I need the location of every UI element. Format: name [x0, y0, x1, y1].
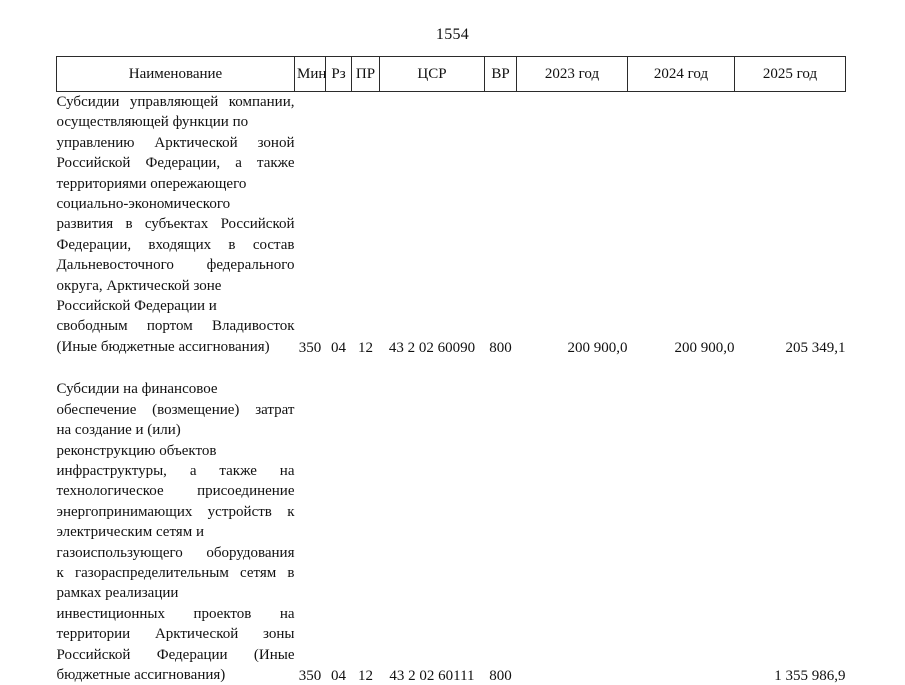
description-line: реконструкцию объектов — [57, 441, 295, 461]
column-header-pr: ПР — [352, 57, 380, 92]
row-csr: 43 2 02 60111 — [380, 379, 485, 685]
row-description: Субсидии на финансовоеобеспечение (возме… — [57, 379, 295, 685]
row-rz: 04 — [326, 92, 352, 358]
description-line: развития в субъектах Российской — [57, 214, 295, 234]
description-line: Российской Федерации (Иные — [57, 645, 295, 665]
row-rz: 04 — [326, 379, 352, 685]
row-vr: 800 — [485, 379, 517, 685]
row-pr: 12 — [352, 92, 380, 358]
description-line: на создание и (или) — [57, 420, 295, 440]
description-line: территориями опережающего — [57, 174, 295, 194]
row-spacer-cell — [57, 357, 846, 379]
description-line: Российской Федерации, а также — [57, 153, 295, 173]
table-header: Наименование Мин Рз ПР ЦСР ВР 2023 год 2… — [57, 57, 846, 92]
table-body: Субсидии управляющей компании,осуществля… — [57, 92, 846, 685]
description-line: управлению Арктической зоной — [57, 133, 295, 153]
table-row: Субсидии управляющей компании,осуществля… — [57, 92, 846, 358]
row-amount-2023 — [517, 379, 628, 685]
description-line: Субсидии управляющей компании, — [57, 92, 295, 112]
description-line: округа, Арктической зоне — [57, 276, 295, 296]
description-line: Субсидии на финансовое — [57, 379, 295, 399]
page-number: 1554 — [0, 26, 905, 44]
column-header-name: Наименование — [57, 57, 295, 92]
budget-table: Наименование Мин Рз ПР ЦСР ВР 2023 год 2… — [56, 56, 846, 685]
row-description: Субсидии управляющей компании,осуществля… — [57, 92, 295, 358]
row-vr: 800 — [485, 92, 517, 358]
description-line: осуществляющей функции по — [57, 112, 295, 132]
row-amount-2025: 1 355 986,9 — [735, 379, 846, 685]
description-line: энергопринимающих устройств к — [57, 502, 295, 522]
row-min: 350 — [295, 379, 326, 685]
description-line: обеспечение (возмещение) затрат — [57, 400, 295, 420]
header-row: Наименование Мин Рз ПР ЦСР ВР 2023 год 2… — [57, 57, 846, 92]
description-line: Дальневосточного федерального — [57, 255, 295, 275]
description-line: социально-экономического — [57, 194, 295, 214]
table-row: Субсидии на финансовоеобеспечение (возме… — [57, 379, 846, 685]
column-header-rz: Рз — [326, 57, 352, 92]
description-line: технологическое присоединение — [57, 481, 295, 501]
description-line: к газораспределительным сетям в — [57, 563, 295, 583]
row-spacer — [57, 357, 846, 379]
description-line: (Иные бюджетные ассигнования) — [57, 337, 295, 357]
row-min: 350 — [295, 92, 326, 358]
description-line: электрическим сетям и — [57, 522, 295, 542]
column-header-min: Мин — [295, 57, 326, 92]
description-line: газоиспользующего оборудования — [57, 543, 295, 563]
row-amount-2025: 205 349,1 — [735, 92, 846, 358]
description-line: Российской Федерации и — [57, 296, 295, 316]
description-line: свободным портом Владивосток — [57, 316, 295, 336]
column-header-vr: ВР — [485, 57, 517, 92]
column-header-year-2025: 2025 год — [735, 57, 846, 92]
row-pr: 12 — [352, 379, 380, 685]
column-header-year-2023: 2023 год — [517, 57, 628, 92]
description-line: рамках реализации — [57, 583, 295, 603]
description-line: инфраструктуры, а также на — [57, 461, 295, 481]
row-csr: 43 2 02 60090 — [380, 92, 485, 358]
description-line: бюджетные ассигнования) — [57, 665, 295, 685]
column-header-year-2024: 2024 год — [628, 57, 735, 92]
row-amount-2023: 200 900,0 — [517, 92, 628, 358]
description-line: Федерации, входящих в состав — [57, 235, 295, 255]
row-amount-2024 — [628, 379, 735, 685]
description-line: инвестиционных проектов на — [57, 604, 295, 624]
column-header-csr: ЦСР — [380, 57, 485, 92]
row-amount-2024: 200 900,0 — [628, 92, 735, 358]
description-line: территории Арктической зоны — [57, 624, 295, 644]
